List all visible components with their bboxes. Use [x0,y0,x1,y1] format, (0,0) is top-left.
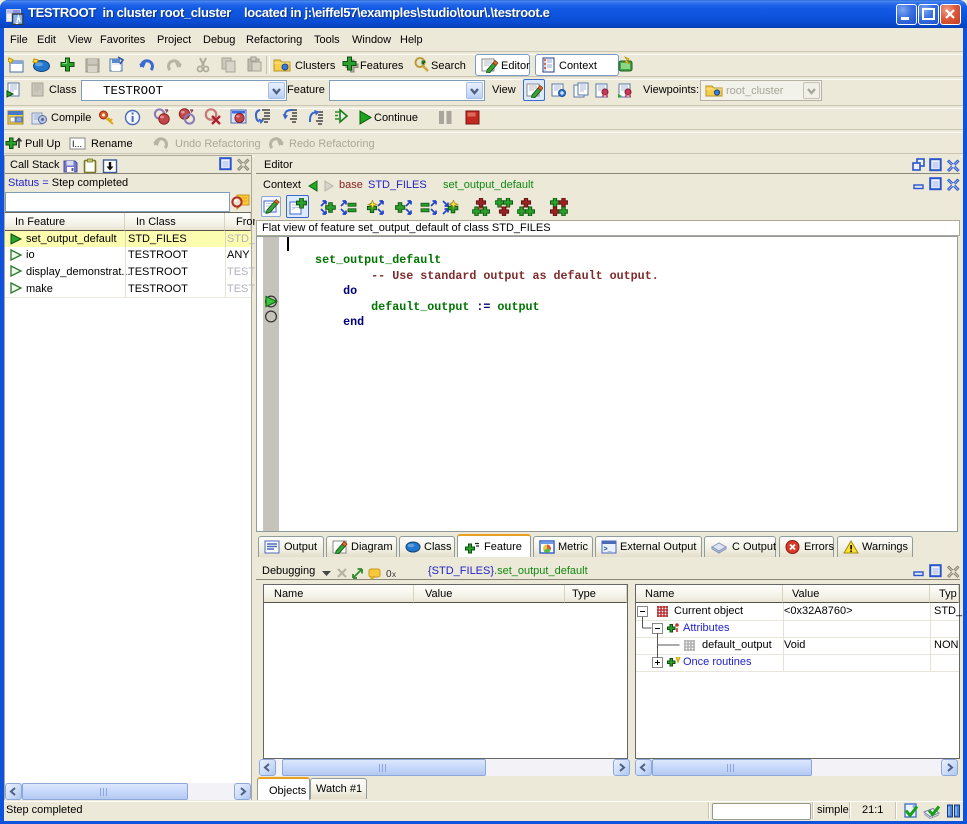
svg-text:x: x [392,570,396,579]
svg-text:>_: >_ [604,546,612,553]
svg-text:I...: I... [72,139,82,149]
